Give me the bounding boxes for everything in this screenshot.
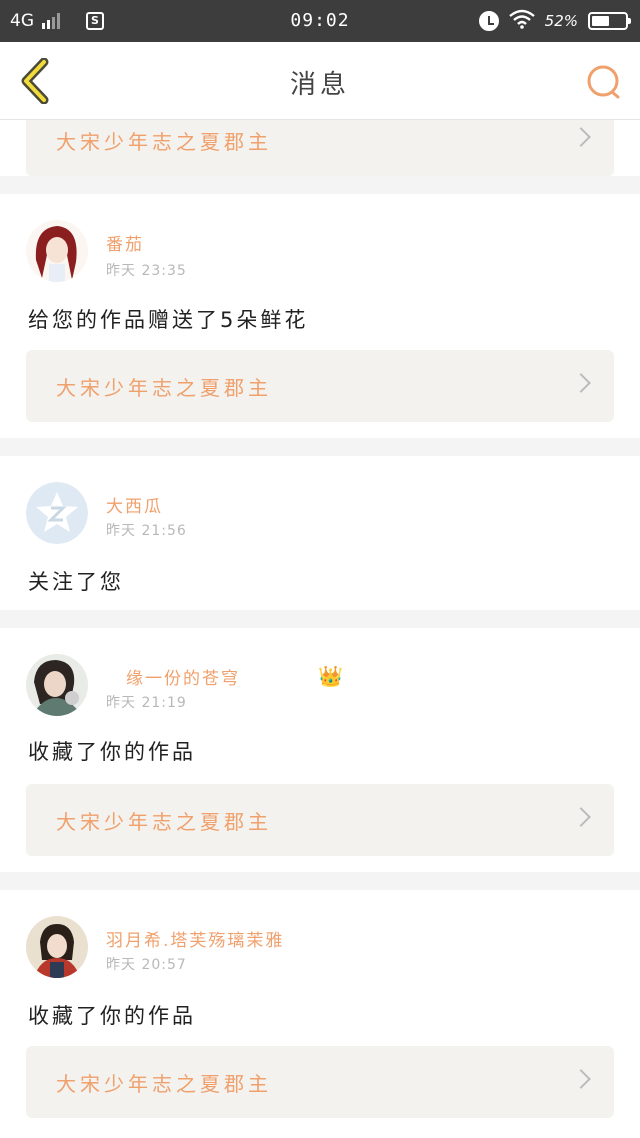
work-link[interactable]: 大宋少年志之夏郡主 xyxy=(26,784,614,856)
card-separator xyxy=(0,872,640,890)
work-link[interactable]: 大宋少年志之夏郡主 xyxy=(26,350,614,422)
message-text: 收藏了你的作品 xyxy=(28,740,196,764)
avatar[interactable] xyxy=(26,916,88,978)
message-card: 番茄 昨天 23:35 给您的作品赠送了5朵鲜花 大宋少年志之夏郡主 xyxy=(0,194,640,438)
work-title: 大宋少年志之夏郡主 xyxy=(56,129,272,154)
chevron-right-icon xyxy=(571,127,591,147)
user-name[interactable]: 羽月希.塔芙殇璃茉雅 xyxy=(106,926,284,951)
message-text: 给您的作品赠送了5朵鲜花 xyxy=(28,308,309,332)
work-title: 大宋少年志之夏郡主 xyxy=(56,1071,272,1096)
message-card: 羽月希.塔芙殇璃茉雅 昨天 20:57 收藏了你的作品 大宋少年志之夏郡主 xyxy=(0,890,640,1138)
app-header: 消息 xyxy=(0,42,640,120)
avatar[interactable] xyxy=(26,220,88,282)
work-title: 大宋少年志之夏郡主 xyxy=(56,809,272,834)
message-time: 昨天 20:57 xyxy=(106,957,187,973)
user-name[interactable]: 缘一份的苍穹 xyxy=(126,664,240,689)
message-time: 昨天 23:35 xyxy=(106,263,187,279)
message-card: 缘一份的苍穹 👑 昨天 21:19 收藏了你的作品 大宋少年志之夏郡主 xyxy=(0,628,640,872)
work-link[interactable]: 大宋少年志之夏郡主 xyxy=(26,1046,614,1118)
search-icon xyxy=(587,65,620,99)
card-separator xyxy=(0,438,640,456)
message-time: 昨天 21:56 xyxy=(106,523,187,539)
message-text: 关注了您 xyxy=(28,570,124,594)
battery-percent: 52% xyxy=(544,12,578,30)
user-name[interactable]: 番茄 xyxy=(106,230,144,255)
alarm-icon xyxy=(478,11,499,31)
battery-icon xyxy=(588,12,631,30)
battery-fill xyxy=(592,16,609,26)
card-separator xyxy=(0,176,640,194)
card-separator xyxy=(0,610,640,628)
crown-badge-icon: 👑 xyxy=(318,664,343,688)
avatar[interactable] xyxy=(26,482,88,544)
message-feed: 大宋少年志之夏郡主 番茄 昨天 23:35 给您的作品赠送了5朵鲜花 大宋少年志… xyxy=(0,104,640,1138)
user-name[interactable]: 大西瓜 xyxy=(106,492,163,517)
message-text: 收藏了你的作品 xyxy=(28,1004,196,1028)
messages-screen: 4G S 09:02 52% 消息 大宋少年志之夏郡主 番茄 昨天 23:35 … xyxy=(0,0,640,1138)
chevron-right-icon xyxy=(571,373,591,393)
wifi-icon xyxy=(508,9,535,34)
message-card: 大西瓜 昨天 21:56 关注了您 xyxy=(0,456,640,610)
message-card-partial: 大宋少年志之夏郡主 xyxy=(0,104,640,176)
work-title: 大宋少年志之夏郡主 xyxy=(56,375,272,400)
chevron-right-icon xyxy=(571,1069,591,1089)
status-right: 52% xyxy=(478,0,631,42)
search-button[interactable] xyxy=(584,62,624,102)
message-time: 昨天 21:19 xyxy=(106,695,187,711)
page-title: 消息 xyxy=(289,70,350,100)
status-bar: 4G S 09:02 52% xyxy=(0,0,640,42)
avatar[interactable] xyxy=(26,654,88,716)
chevron-right-icon xyxy=(571,807,591,827)
